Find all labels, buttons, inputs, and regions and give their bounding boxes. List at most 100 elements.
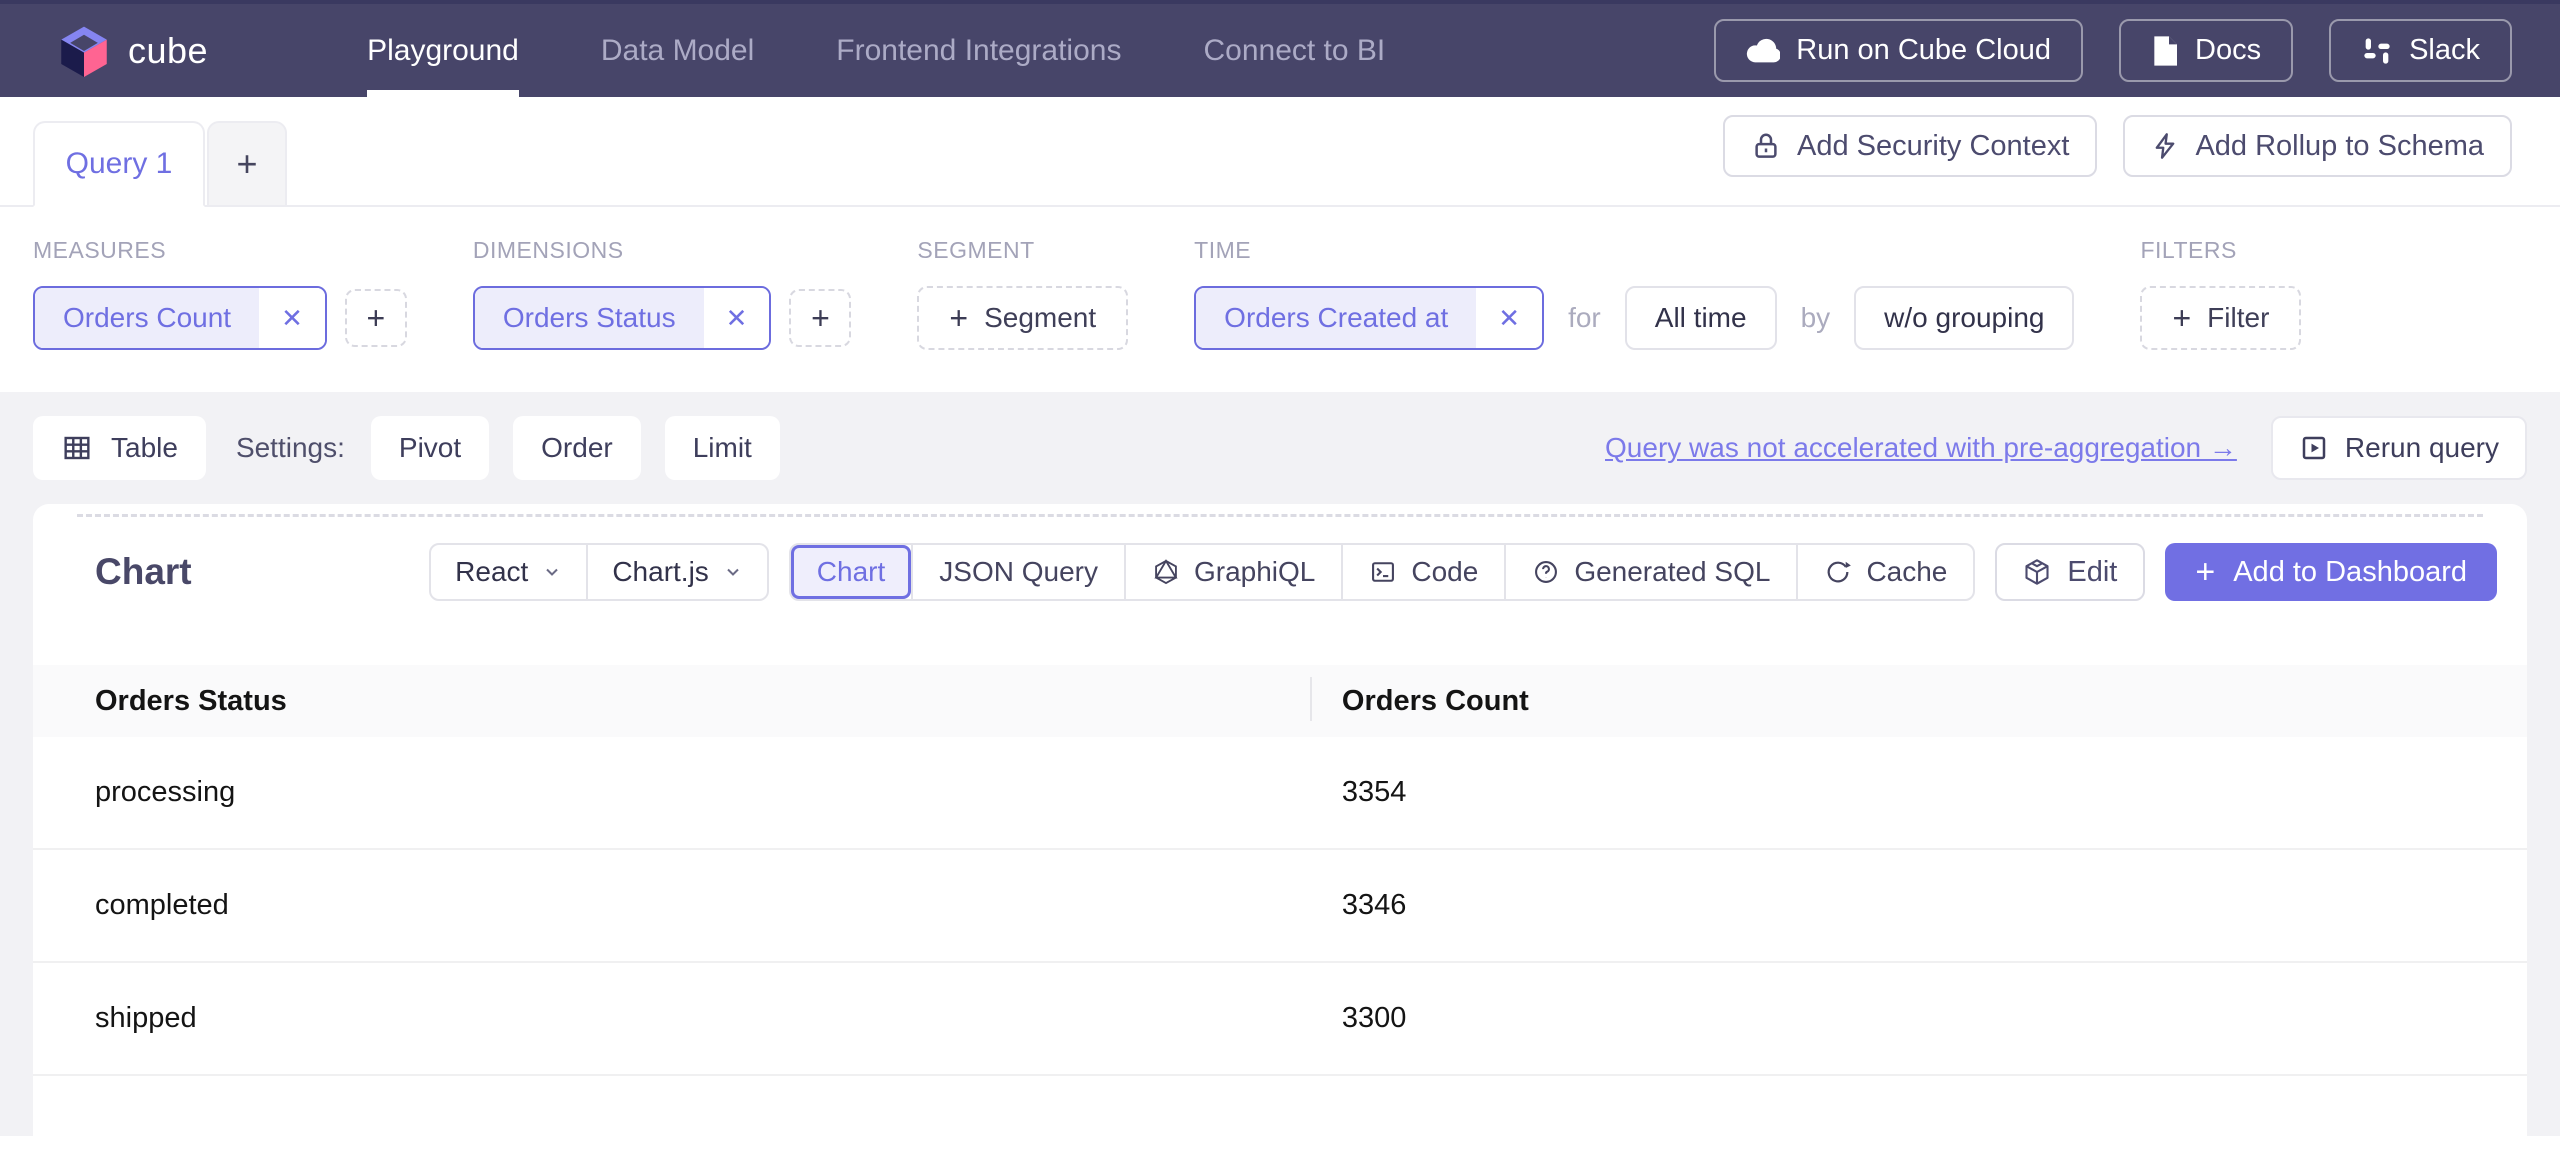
query-actions: Add Security Context Add Rollup to Schem… [1723, 115, 2512, 177]
measure-chip-label[interactable]: Orders Count [35, 288, 260, 348]
rerun-query-button[interactable]: Rerun query [2270, 416, 2527, 480]
bolt-icon [2156, 133, 2175, 159]
slack-button[interactable]: Slack [2329, 19, 2512, 82]
edit-label: Edit [2067, 555, 2118, 588]
segment-label: SEGMENT [917, 237, 1035, 263]
column-header-orders-count[interactable]: Orders Count [1309, 676, 2527, 721]
tab-graphiql[interactable]: GraphiQL [1123, 545, 1341, 599]
add-filter-button[interactable]: + Filter [2140, 286, 2302, 350]
nav-item-playground[interactable]: Playground [326, 4, 560, 97]
run-on-cube-cloud-label: Run on Cube Cloud [1796, 34, 2051, 66]
chevron-down-icon [727, 568, 739, 576]
tab-code-label: Code [1411, 556, 1479, 587]
library-value: Chart.js [612, 556, 709, 587]
rerun-query-label: Rerun query [2344, 432, 2499, 463]
nav-item-frontend-integrations[interactable]: Frontend Integrations [795, 4, 1162, 97]
table-button-label: Table [111, 432, 178, 463]
plus-icon: + [2172, 300, 2192, 336]
add-to-dashboard-label: Add to Dashboard [2233, 555, 2467, 588]
remove-dimension-icon[interactable]: ✕ [703, 288, 770, 348]
dimension-chip-label[interactable]: Orders Status [474, 288, 704, 348]
chart-toolbar: React Chart.js Chart JSON Query GraphiQL… [429, 543, 2497, 601]
pivot-button[interactable]: Pivot [370, 416, 490, 480]
chart-type-table-button[interactable]: Table [33, 416, 206, 480]
settings-buttons: Pivot Order Limit [370, 416, 780, 480]
settings-bar: Table Settings: Pivot Order Limit Query … [0, 392, 2560, 504]
tab-query-1[interactable]: Query 1 [33, 121, 205, 207]
measures-group: MEASURES Orders Count ✕ + [33, 237, 407, 350]
add-rollup-to-schema-label: Add Rollup to Schema [2195, 129, 2484, 162]
dimensions-label: DIMENSIONS [472, 237, 624, 263]
time-chip-label[interactable]: Orders Created at [1196, 288, 1477, 348]
top-navbar: cube Playground Data Model Frontend Inte… [0, 0, 2560, 97]
run-on-cube-cloud-button[interactable]: Run on Cube Cloud [1714, 19, 2083, 82]
by-label: by [1800, 302, 1831, 333]
docs-button[interactable]: Docs [2119, 19, 2294, 82]
cell-orders-status: shipped [95, 1002, 197, 1034]
add-to-dashboard-button[interactable]: + Add to Dashboard [2165, 543, 2497, 601]
chart-card: Chart React Chart.js Chart JSON Query Gr… [33, 504, 2527, 1136]
add-security-context-button[interactable]: Add Security Context [1723, 115, 2098, 177]
tab-chart-label: Chart [816, 556, 886, 587]
time-chip-orders-created-at[interactable]: Orders Created at ✕ [1194, 286, 1545, 350]
tab-chart[interactable]: Chart [790, 545, 912, 599]
result-view-tabs: Chart JSON Query GraphiQL Code Generated… [788, 543, 1976, 601]
add-measure-button[interactable]: + [344, 289, 407, 347]
remove-measure-icon[interactable]: ✕ [259, 288, 325, 348]
library-select[interactable]: Chart.js [586, 545, 766, 599]
add-rollup-to-schema-button[interactable]: Add Rollup to Schema [2123, 115, 2512, 177]
refresh-icon [1828, 561, 1852, 583]
nav-item-connect-to-bi[interactable]: Connect to BI [1162, 4, 1426, 97]
slack-icon [2364, 37, 2390, 64]
filters-label: FILTERS [2140, 237, 2237, 263]
add-query-tab-button[interactable]: + [207, 121, 287, 207]
plus-icon: + [949, 300, 969, 336]
preaggregation-link[interactable]: Query was not accelerated with pre-aggre… [1605, 432, 2237, 464]
tab-generated-sql[interactable]: Generated SQL [1504, 545, 1796, 599]
measures-label: MEASURES [33, 237, 167, 263]
order-button[interactable]: Order [513, 416, 641, 480]
add-segment-button[interactable]: + Segment [917, 286, 1129, 350]
tab-json-query-label: JSON Query [939, 556, 1098, 587]
remove-time-icon[interactable]: ✕ [1476, 288, 1543, 348]
limit-button[interactable]: Limit [664, 416, 780, 480]
time-label: TIME [1194, 237, 1252, 263]
add-dimension-button[interactable]: + [789, 289, 852, 347]
time-group: TIME Orders Created at ✕ for All time by… [1194, 237, 2075, 350]
chart-card-header: Chart React Chart.js Chart JSON Query Gr… [33, 517, 2527, 601]
chart-title: Chart [95, 551, 192, 592]
brand[interactable]: cube [58, 25, 208, 77]
nav-actions: Run on Cube Cloud Docs Slack [1714, 19, 2512, 82]
table-row: completed 3346 [33, 850, 2527, 963]
nav-item-data-model[interactable]: Data Model [560, 4, 795, 97]
tab-json-query[interactable]: JSON Query [911, 545, 1124, 599]
chevron-down-icon [546, 568, 559, 576]
slack-label: Slack [2409, 34, 2480, 66]
docs-label: Docs [2195, 34, 2262, 66]
codesandbox-cube-icon [2025, 559, 2049, 585]
cell-orders-count: 3346 [1341, 889, 1407, 921]
table-row: shipped 3300 [33, 963, 2527, 1076]
granularity-button[interactable]: w/o grouping [1854, 286, 2075, 350]
tab-cache[interactable]: Cache [1796, 545, 1973, 599]
for-label: for [1568, 302, 1601, 333]
tab-graphiql-label: GraphiQL [1193, 556, 1316, 587]
query-tabs-bar: Query 1 + Add Security Context Add Rollu… [0, 97, 2560, 207]
dimension-chip-orders-status[interactable]: Orders Status ✕ [472, 286, 772, 350]
framework-select[interactable]: React [431, 545, 586, 599]
table-header-row: Orders Status Orders Count [33, 665, 2527, 737]
framework-library-selects: React Chart.js [429, 543, 769, 601]
cell-orders-status: processing [95, 776, 236, 808]
edit-button[interactable]: Edit [1995, 543, 2146, 601]
add-security-context-label: Add Security Context [1797, 129, 2070, 162]
column-header-orders-status[interactable]: Orders Status [33, 685, 1310, 718]
cube-logo-icon [61, 26, 107, 77]
tab-code[interactable]: Code [1341, 545, 1504, 599]
measure-chip-orders-count[interactable]: Orders Count ✕ [33, 286, 327, 350]
graphql-icon [1154, 559, 1178, 585]
cell-orders-count: 3300 [1341, 1002, 1407, 1034]
date-range-button[interactable]: All time [1624, 286, 1777, 350]
lock-icon [1755, 133, 1777, 158]
plus-icon: + [811, 300, 830, 336]
table-row: processing 3354 [33, 737, 2527, 850]
